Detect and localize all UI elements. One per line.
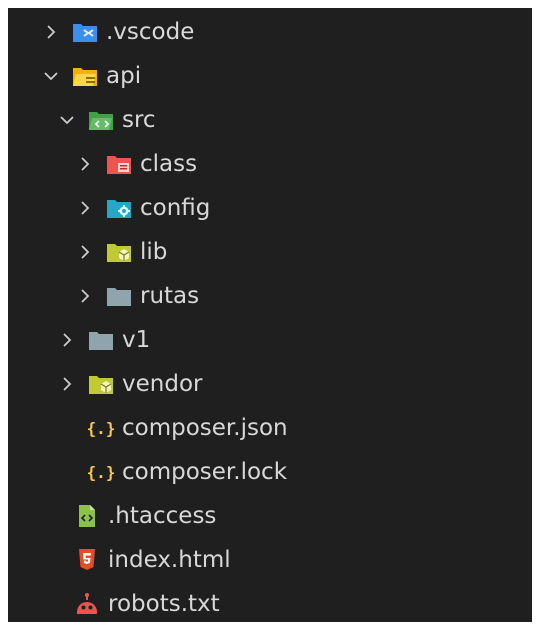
tree-item-label: .vscode (106, 19, 195, 45)
folder-class-icon (106, 151, 132, 177)
tree-item-vendor[interactable]: vendor (8, 362, 540, 406)
tree-item-class[interactable]: class (8, 142, 540, 186)
tree-item-label: composer.json (122, 415, 288, 441)
tree-item-src[interactable]: src (8, 98, 540, 142)
chevron-right-icon[interactable] (58, 371, 76, 397)
svg-text:{.}: {.} (88, 419, 114, 438)
folder-icon (106, 283, 132, 309)
tree-item-composer-lock[interactable]: {.} composer.lock (8, 450, 540, 494)
tree-item-v1[interactable]: v1 (8, 318, 540, 362)
tree-item-rutas[interactable]: rutas (8, 274, 540, 318)
tree-item-lib[interactable]: lib (8, 230, 540, 274)
tree-item-composer-json[interactable]: {.} composer.json (8, 406, 540, 450)
chevron-down-icon[interactable] (42, 63, 60, 89)
folder-icon (88, 327, 114, 353)
tree-item-label: api (106, 63, 142, 89)
html5-icon (74, 547, 100, 573)
tree-item-config[interactable]: config (8, 186, 540, 230)
chevron-right-icon[interactable] (76, 151, 94, 177)
chevron-right-icon[interactable] (76, 195, 94, 221)
chevron-right-icon[interactable] (76, 283, 94, 309)
chevron-right-icon[interactable] (58, 327, 76, 353)
tree-item-htaccess[interactable]: .htaccess (8, 494, 540, 538)
tree-item-label: index.html (108, 547, 231, 573)
chevron-down-icon[interactable] (58, 107, 76, 133)
tree-item-label: class (140, 151, 198, 177)
chevron-right-icon[interactable] (42, 19, 60, 45)
tree-item-label: rutas (140, 283, 200, 309)
tree-item-robots-txt[interactable]: robots.txt (8, 582, 540, 626)
tree-item-index-html[interactable]: index.html (8, 538, 540, 582)
folder-vscode-icon (72, 19, 98, 45)
file-explorer: .vscode api src class config lib rutas v… (8, 8, 532, 622)
folder-vendor-icon (88, 371, 114, 397)
folder-lib-icon (106, 239, 132, 265)
folder-api-icon (72, 63, 98, 89)
tree-item-vscode[interactable]: .vscode (8, 10, 540, 54)
tree-item-label: lib (140, 239, 168, 265)
svg-text:{.}: {.} (88, 463, 114, 482)
tree-item-label: robots.txt (108, 591, 220, 617)
folder-src-icon (88, 107, 114, 133)
tree-item-label: vendor (122, 371, 203, 397)
tree-item-label: src (122, 107, 156, 133)
htaccess-file-icon (74, 503, 100, 529)
tree-item-label: v1 (122, 327, 151, 353)
tree-item-label: config (140, 195, 211, 221)
tree-item-label: composer.lock (122, 459, 288, 485)
folder-config-icon (106, 195, 132, 221)
json-braces-icon: {.} (88, 415, 114, 441)
json-braces-icon: {.} (88, 459, 114, 485)
robot-icon (74, 591, 100, 617)
chevron-right-icon[interactable] (76, 239, 94, 265)
tree-item-label: .htaccess (108, 503, 217, 529)
tree-item-api[interactable]: api (8, 54, 540, 98)
